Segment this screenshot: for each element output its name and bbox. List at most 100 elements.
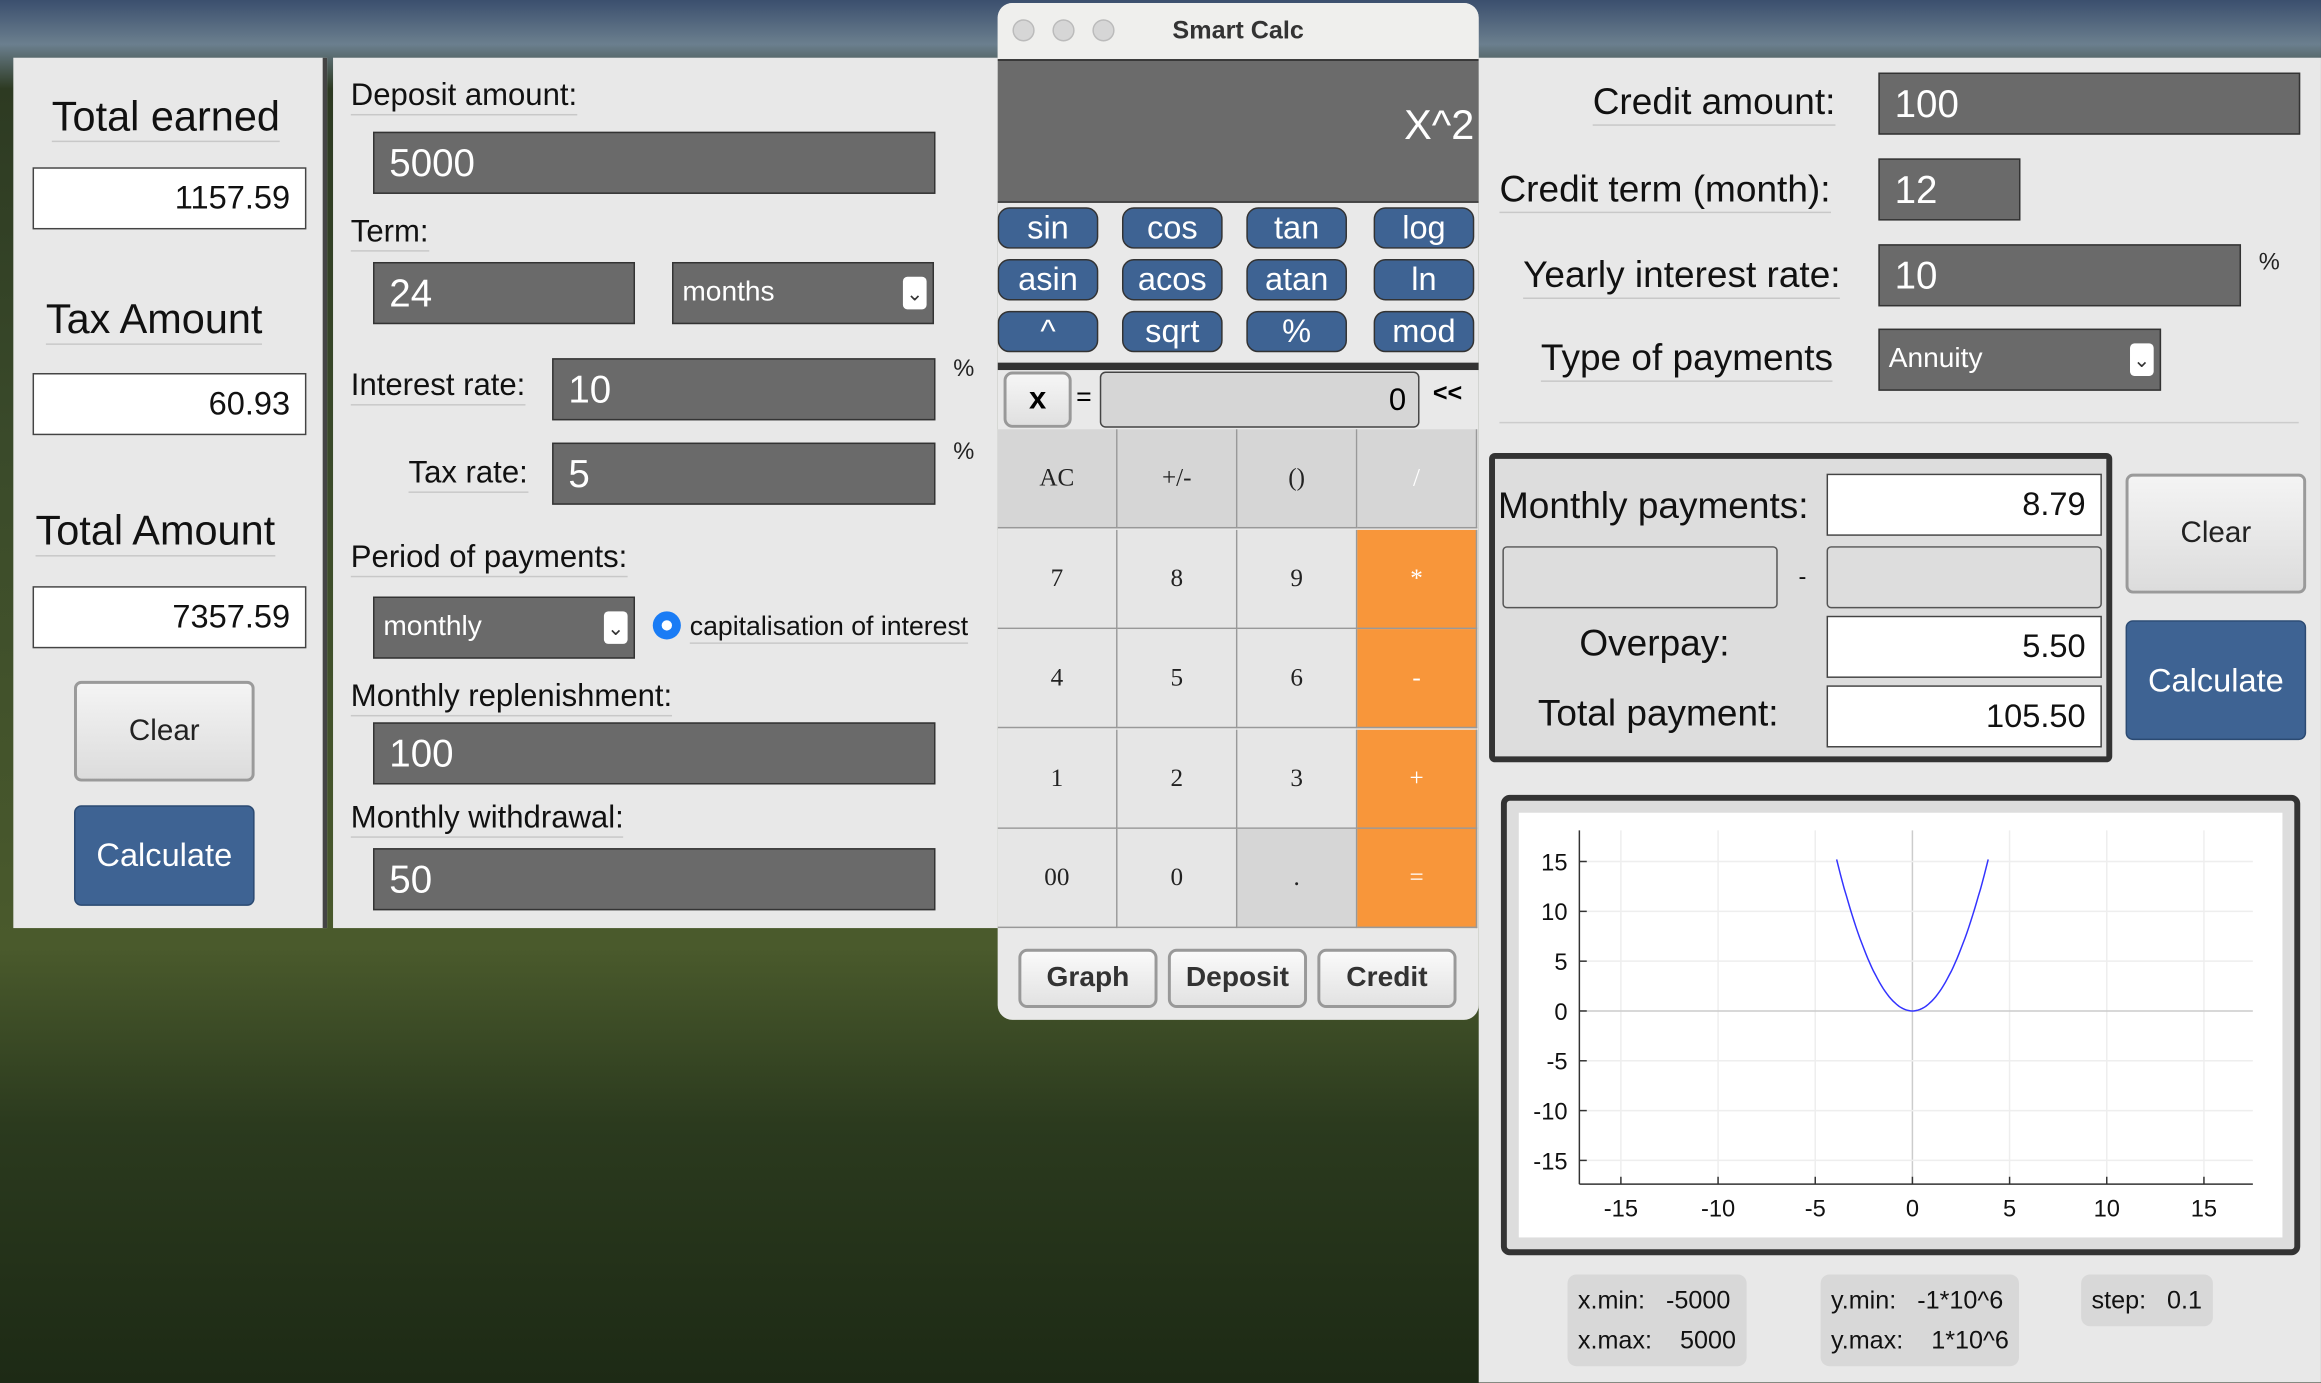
payment-type-select[interactable]: Annuity ⌄ <box>1878 328 2162 391</box>
key-3[interactable]: / <box>1357 429 1478 529</box>
key-19[interactable]: = <box>1357 829 1478 929</box>
backspace-button[interactable]: << <box>1433 379 1462 409</box>
ymax-input[interactable]: 1*10^6 <box>1931 1326 2009 1354</box>
y-tick-label: 15 <box>1541 850 1567 876</box>
function-button-percent[interactable]: % <box>1246 310 1347 353</box>
deposit-amount-input[interactable]: 5000 <box>373 131 936 194</box>
withdrawal-label: Monthly withdrawal: <box>350 801 624 838</box>
step-input[interactable]: 0.1 <box>2167 1286 2202 1314</box>
function-button-log[interactable]: log <box>1373 207 1475 249</box>
y-tick-label: -5 <box>1546 1050 1567 1076</box>
term-input[interactable]: 24 <box>373 261 636 325</box>
tax-rate-input[interactable]: 5 <box>552 442 936 505</box>
graph-frame: -15 -10 -5 0 5 10 15 15 10 5 0 -5 -10 -15 <box>1500 794 2301 1256</box>
period-select[interactable]: monthly ⌄ <box>373 596 636 659</box>
replenishment-input[interactable]: 100 <box>373 722 936 785</box>
key-18[interactable]: . <box>1237 829 1358 929</box>
function-button-asin[interactable]: asin <box>997 259 1099 301</box>
xmin-label: x.min: <box>1577 1286 1646 1315</box>
key-11[interactable]: - <box>1357 629 1478 729</box>
monthly-max-output <box>1826 546 2102 609</box>
step-label: step: <box>2091 1286 2147 1315</box>
mode-graph-button[interactable]: Graph <box>1018 948 1158 1009</box>
calculator-window: Smart Calc X^2 sin cos tan log asin acos atan l… <box>997 2 1479 1020</box>
function-button-atan[interactable]: atan <box>1246 259 1347 301</box>
key-2[interactable]: () <box>1237 429 1358 529</box>
key-15[interactable]: + <box>1357 729 1478 829</box>
yearly-rate-input[interactable]: 10 <box>1878 244 2242 307</box>
key-16[interactable]: 00 <box>997 829 1118 929</box>
function-button-ln[interactable]: ln <box>1373 259 1475 301</box>
key-12[interactable]: 1 <box>997 729 1118 829</box>
ymin-label: y.min: <box>1831 1286 1897 1315</box>
key-4[interactable]: 7 <box>997 529 1118 629</box>
key-14[interactable]: 3 <box>1237 729 1358 829</box>
key-7[interactable]: * <box>1357 529 1478 629</box>
function-button-acos[interactable]: acos <box>1121 259 1223 301</box>
credit-calculate-button[interactable]: Calculate <box>2125 620 2307 741</box>
xmax-label: x.max: <box>1577 1326 1652 1355</box>
total-amount-output: 7357.59 <box>32 586 307 649</box>
function-graph[interactable]: -15 -10 -5 0 5 10 15 15 10 5 0 -5 -10 -15 <box>1518 812 2283 1238</box>
tax-amount-output: 60.93 <box>32 373 307 436</box>
period-label: Period of payments: <box>350 540 628 578</box>
total-earned-output: 1157.59 <box>32 167 307 230</box>
capitalisation-radio[interactable] <box>652 611 681 640</box>
equals-sign: = <box>1076 381 1092 412</box>
function-button-cos[interactable]: cos <box>1121 207 1223 249</box>
function-button-power[interactable]: ^ <box>997 310 1099 353</box>
overpay-output: 5.50 <box>1826 615 2102 678</box>
ymax-label: y.max: <box>1831 1326 1904 1355</box>
x-variable-button[interactable]: x <box>1003 371 1072 428</box>
key-5[interactable]: 8 <box>1117 529 1238 629</box>
expression-display[interactable]: X^2 <box>997 59 1479 203</box>
interest-percent-sign: % <box>953 356 975 382</box>
key-9[interactable]: 5 <box>1117 629 1238 729</box>
x-tick-label: -10 <box>1701 1197 1735 1223</box>
interest-rate-input[interactable]: 10 <box>552 358 936 421</box>
function-button-sin[interactable]: sin <box>997 207 1099 249</box>
key-6[interactable]: 9 <box>1237 529 1358 629</box>
ymin-input[interactable]: -1*10^6 <box>1917 1286 2003 1314</box>
credit-term-input[interactable]: 12 <box>1878 158 2021 221</box>
interest-rate-label: Interest rate: <box>350 369 526 406</box>
overpay-label: Overpay: <box>1579 623 1730 665</box>
rate-percent-sign: % <box>2258 250 2280 276</box>
key-10[interactable]: 6 <box>1237 629 1358 729</box>
x-tick-label: 5 <box>2003 1197 2016 1223</box>
deposit-calculate-button[interactable]: Calculate <box>74 805 255 906</box>
mode-deposit-button[interactable]: Deposit <box>1167 948 1308 1009</box>
function-button-tan[interactable]: tan <box>1246 207 1347 249</box>
x-tick-label: -5 <box>1805 1197 1826 1223</box>
deposit-amount-label: Deposit amount: <box>350 78 578 116</box>
key-13[interactable]: 2 <box>1117 729 1238 829</box>
function-button-mod[interactable]: mod <box>1373 310 1475 353</box>
key-8[interactable]: 4 <box>997 629 1118 729</box>
credit-amount-label: Credit amount: <box>1592 81 1836 126</box>
y-range-box: y.min: -1*10^6 y.max: 1*10^6 <box>1820 1274 2020 1367</box>
total-amount-label: Total Amount <box>35 508 276 557</box>
deposit-clear-button[interactable]: Clear <box>74 680 255 782</box>
term-unit-value: months <box>682 276 775 308</box>
monthly-payments-output: 8.79 <box>1826 473 2102 536</box>
total-payment-output: 105.50 <box>1826 685 2102 748</box>
withdrawal-input[interactable]: 50 <box>373 848 936 911</box>
key-17[interactable]: 0 <box>1117 829 1238 929</box>
x-range-box: x.min: -5000 x.max: 5000 <box>1567 1274 1747 1367</box>
mode-credit-button[interactable]: Credit <box>1317 948 1457 1009</box>
title-bar: Smart Calc <box>997 2 1479 60</box>
credit-amount-input[interactable]: 100 <box>1878 72 2301 135</box>
x-value-input[interactable]: 0 <box>1099 371 1420 428</box>
credit-clear-button[interactable]: Clear <box>2125 473 2307 594</box>
monthly-payments-label: Monthly payments: <box>1497 485 1809 527</box>
chevron-down-icon: ⌄ <box>2130 343 2154 376</box>
key-0[interactable]: AC <box>997 429 1118 529</box>
plot-background <box>1518 812 2283 1238</box>
key-1[interactable]: +/- <box>1117 429 1238 529</box>
step-box: step: 0.1 <box>2081 1274 2213 1327</box>
credit-panel: Credit amount: 100 Credit term (month): … <box>1478 57 2321 1383</box>
xmax-input[interactable]: 5000 <box>1680 1326 1736 1354</box>
term-unit-select[interactable]: months ⌄ <box>672 261 935 325</box>
function-button-sqrt[interactable]: sqrt <box>1121 310 1223 353</box>
xmin-input[interactable]: -5000 <box>1666 1286 1730 1314</box>
